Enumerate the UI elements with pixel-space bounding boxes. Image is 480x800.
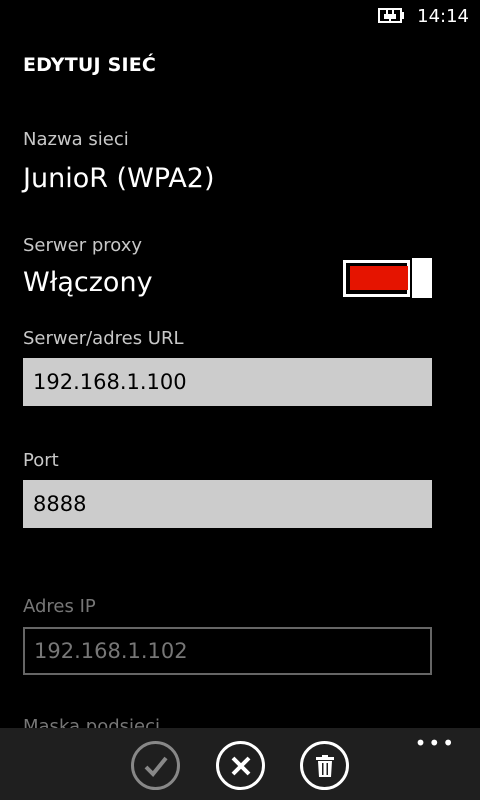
proxy-label: Serwer proxy (23, 235, 143, 256)
page-title: EDYTUJ SIEĆ (23, 54, 157, 76)
ip-label: Adres IP (23, 596, 96, 617)
clock: 14:14 (417, 6, 469, 27)
proxy-toggle[interactable] (343, 258, 433, 298)
app-bar: ••• (0, 728, 480, 800)
trash-icon (315, 754, 334, 777)
port-label: Port (23, 450, 59, 471)
save-button[interactable] (131, 741, 180, 790)
more-options-button[interactable]: ••• (415, 733, 456, 753)
server-label: Serwer/adres URL (23, 328, 184, 349)
toggle-thumb[interactable] (412, 258, 432, 298)
close-icon (231, 756, 250, 775)
battery-charging-icon (378, 8, 404, 23)
status-bar: 14:14 (0, 0, 480, 32)
cancel-button[interactable] (216, 741, 265, 790)
ip-input: 192.168.1.102 (23, 627, 432, 675)
port-input[interactable]: 8888 (23, 480, 432, 528)
network-name-label: Nazwa sieci (23, 129, 129, 150)
proxy-state: Włączony (23, 267, 153, 298)
check-icon (144, 756, 168, 777)
network-name-value: JunioR (WPA2) (23, 163, 215, 194)
delete-button[interactable] (300, 741, 349, 790)
server-input[interactable]: 192.168.1.100 (23, 358, 432, 406)
toggle-fill (350, 266, 408, 290)
